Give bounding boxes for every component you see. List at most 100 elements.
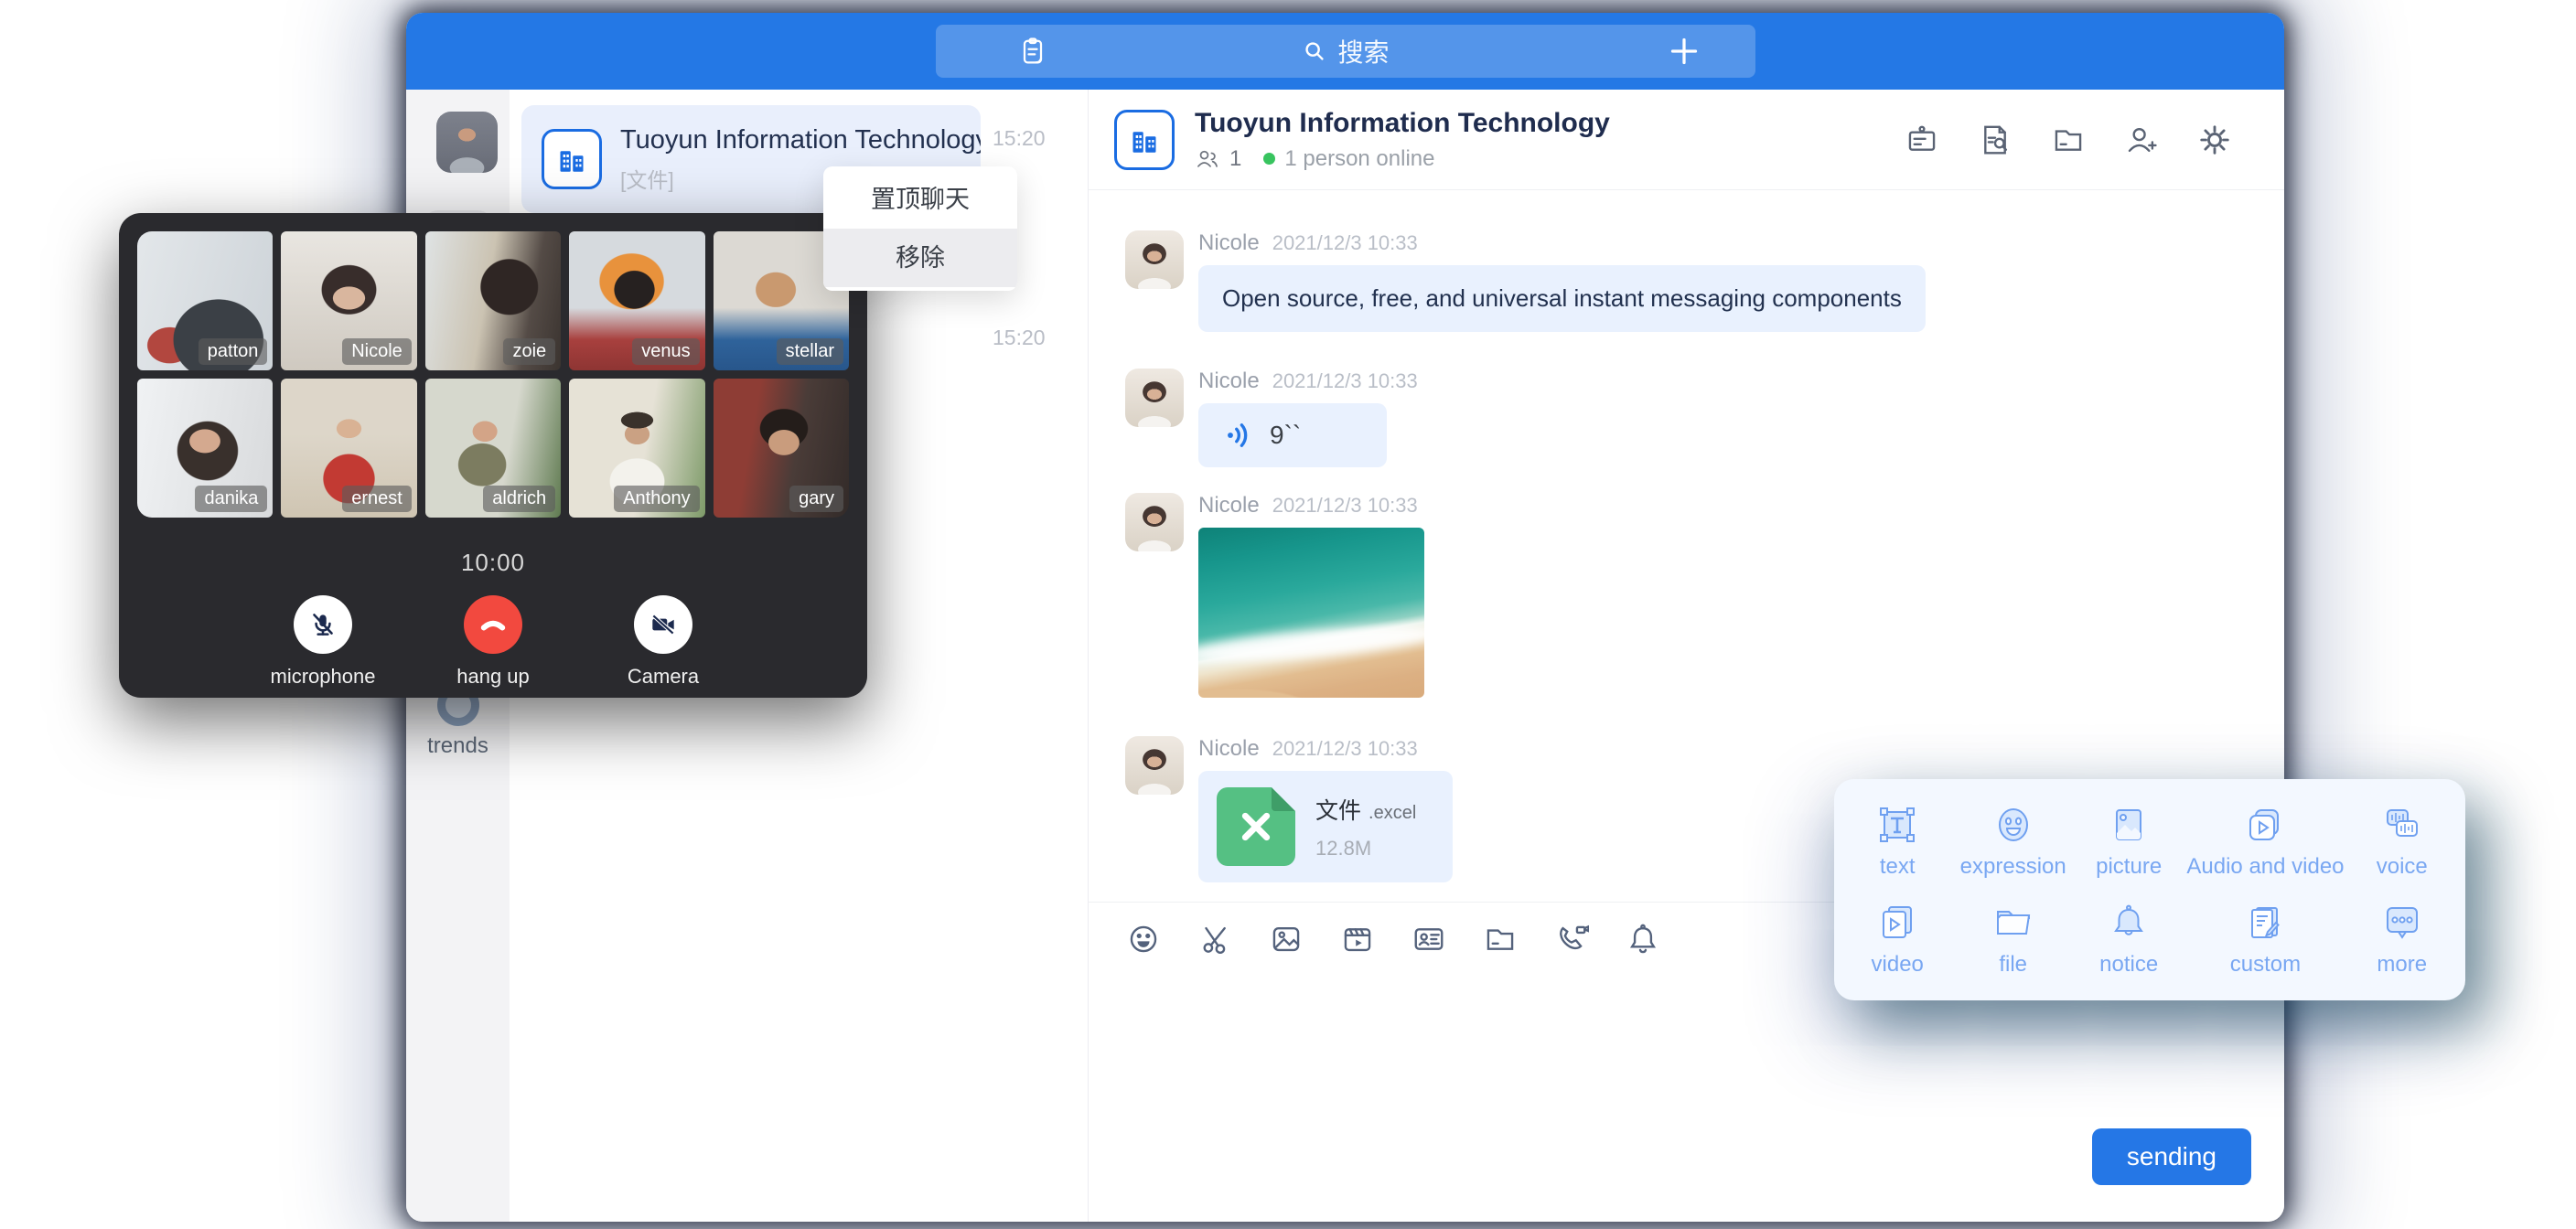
panel-label: expression: [1960, 854, 2066, 880]
emoji-button[interactable]: [1125, 921, 1162, 957]
panel-item-more[interactable]: more: [2345, 890, 2460, 988]
participant-name: ernest: [342, 486, 412, 512]
participant-tile: patton: [137, 231, 273, 370]
participant-tile: ernest: [281, 379, 416, 518]
search-bar[interactable]: 搜索: [936, 25, 1755, 78]
expression-icon: [1991, 803, 2035, 847]
participant-tile: aldrich: [425, 379, 561, 518]
file-bubble[interactable]: 文件 .excel 12.8M: [1198, 771, 1453, 882]
menu-item-remove[interactable]: 移除: [823, 229, 1017, 287]
panel-label: more: [2377, 952, 2427, 978]
panel-item-video[interactable]: video: [1840, 890, 1955, 988]
participant-grid: patton Nicole zoie venus stellar danika …: [137, 231, 849, 518]
participant-tile: danika: [137, 379, 273, 518]
send-button[interactable]: sending: [2092, 1128, 2251, 1185]
contact-card-button[interactable]: [1411, 921, 1447, 957]
contacts-icon[interactable]: [1016, 35, 1049, 68]
add-button[interactable]: [1666, 33, 1702, 69]
group-avatar-icon: [1114, 110, 1175, 170]
participant-tile: gary: [714, 379, 849, 518]
files-button[interactable]: [2050, 122, 2087, 158]
participant-name: stellar: [777, 338, 843, 365]
search-field[interactable]: 搜索: [1301, 33, 1389, 69]
camera-muted-icon: [648, 609, 679, 640]
hangup-button[interactable]: hang up: [434, 595, 553, 689]
participant-tile: zoie: [425, 231, 561, 370]
call-button[interactable]: [1553, 921, 1590, 957]
panel-item-expression[interactable]: expression: [1955, 792, 2070, 890]
conversation-context-menu: 置顶聊天 移除: [823, 166, 1017, 291]
video-button[interactable]: [1339, 921, 1376, 957]
gear-icon: [2197, 123, 2232, 157]
user-avatar[interactable]: [436, 112, 498, 173]
file-button[interactable]: [1482, 921, 1519, 957]
conversation-title: Tuoyun Information Technology: [620, 125, 981, 155]
voice-bubble[interactable]: 9``: [1198, 403, 1387, 467]
app-topbar: 搜索: [406, 13, 2284, 90]
call-timer: 10:00: [137, 549, 849, 577]
participant-name: danika: [195, 486, 267, 512]
picture-icon: [2107, 803, 2151, 847]
participant-name: zoie: [503, 338, 555, 365]
notice-bell-icon: [2107, 901, 2151, 945]
page: 搜索 trends: [0, 0, 2576, 1229]
search-placeholder: 搜索: [1337, 33, 1389, 69]
message-type-panel: text expression picture Audio: [1834, 779, 2465, 1000]
panel-label: voice: [2377, 854, 2428, 880]
sender-name: Nicole: [1198, 493, 1260, 518]
folder-icon: [1483, 922, 1518, 956]
message-voice: Nicole 2021/12/3 10:33 9``: [1125, 369, 2248, 467]
notice-board-button[interactable]: [1904, 122, 1940, 158]
video-call-window: patton Nicole zoie venus stellar danika …: [119, 213, 867, 698]
menu-item-pin[interactable]: 置顶聊天: [823, 170, 1017, 229]
panel-item-picture[interactable]: picture: [2071, 792, 2186, 890]
text-bubble[interactable]: Open source, free, and universal instant…: [1198, 265, 1926, 332]
avatar[interactable]: [1125, 493, 1184, 551]
image-button[interactable]: [1268, 921, 1304, 957]
panel-item-audio-video[interactable]: Audio and video: [2186, 792, 2344, 890]
screenshot-button[interactable]: [1197, 921, 1233, 957]
avatar[interactable]: [1125, 369, 1184, 427]
clapper-icon: [1340, 922, 1375, 956]
panel-label: picture: [2096, 854, 2162, 880]
group-avatar-icon: [542, 129, 602, 189]
avatar[interactable]: [1125, 736, 1184, 795]
members-icon: [1195, 146, 1220, 172]
panel-item-text[interactable]: text: [1840, 792, 1955, 890]
excel-file-icon: [1217, 787, 1295, 866]
camera-toggle[interactable]: Camera: [604, 595, 723, 689]
search-history-button[interactable]: [1977, 122, 2013, 158]
avatar[interactable]: [1125, 230, 1184, 289]
file-extension: .excel: [1368, 803, 1416, 824]
chat-title: Tuoyun Information Technology: [1195, 108, 1610, 139]
hangup-label: hang up: [456, 665, 530, 689]
message-time: 2021/12/3 10:33: [1272, 231, 1418, 255]
audio-video-icon: [2243, 803, 2287, 847]
panel-label: text: [1880, 854, 1916, 880]
bell-icon: [1626, 922, 1660, 956]
panel-item-custom[interactable]: custom: [2186, 890, 2344, 988]
panel-label: custom: [2230, 952, 2301, 978]
panel-item-voice[interactable]: voice: [2345, 792, 2460, 890]
image-attachment-beach[interactable]: [1198, 528, 1424, 698]
message-image: Nicole 2021/12/3 10:33: [1125, 493, 2248, 698]
message-time: 2021/12/3 10:33: [1272, 369, 1418, 393]
panel-item-file[interactable]: file: [1955, 890, 2070, 988]
chat-panel: Tuoyun Information Technology 1 1 person…: [1089, 90, 2284, 1222]
scissors-icon: [1197, 922, 1232, 956]
add-member-button[interactable]: [2123, 122, 2160, 158]
participant-name: Anthony: [614, 486, 699, 512]
panel-item-notice[interactable]: notice: [2071, 890, 2186, 988]
panel-label: Audio and video: [2186, 854, 2344, 880]
camera-label: Camera: [628, 665, 699, 689]
sender-name: Nicole: [1198, 369, 1260, 394]
participant-name: aldrich: [483, 486, 555, 512]
hangup-icon: [477, 608, 510, 641]
microphone-toggle[interactable]: microphone: [263, 595, 382, 689]
notice-board-icon: [1905, 123, 1939, 157]
video-file-icon: [1875, 901, 1919, 945]
chat-header: Tuoyun Information Technology 1 1 person…: [1089, 90, 2284, 190]
emoji-icon: [1126, 922, 1161, 956]
notification-button[interactable]: [1625, 921, 1661, 957]
settings-button[interactable]: [2196, 122, 2233, 158]
